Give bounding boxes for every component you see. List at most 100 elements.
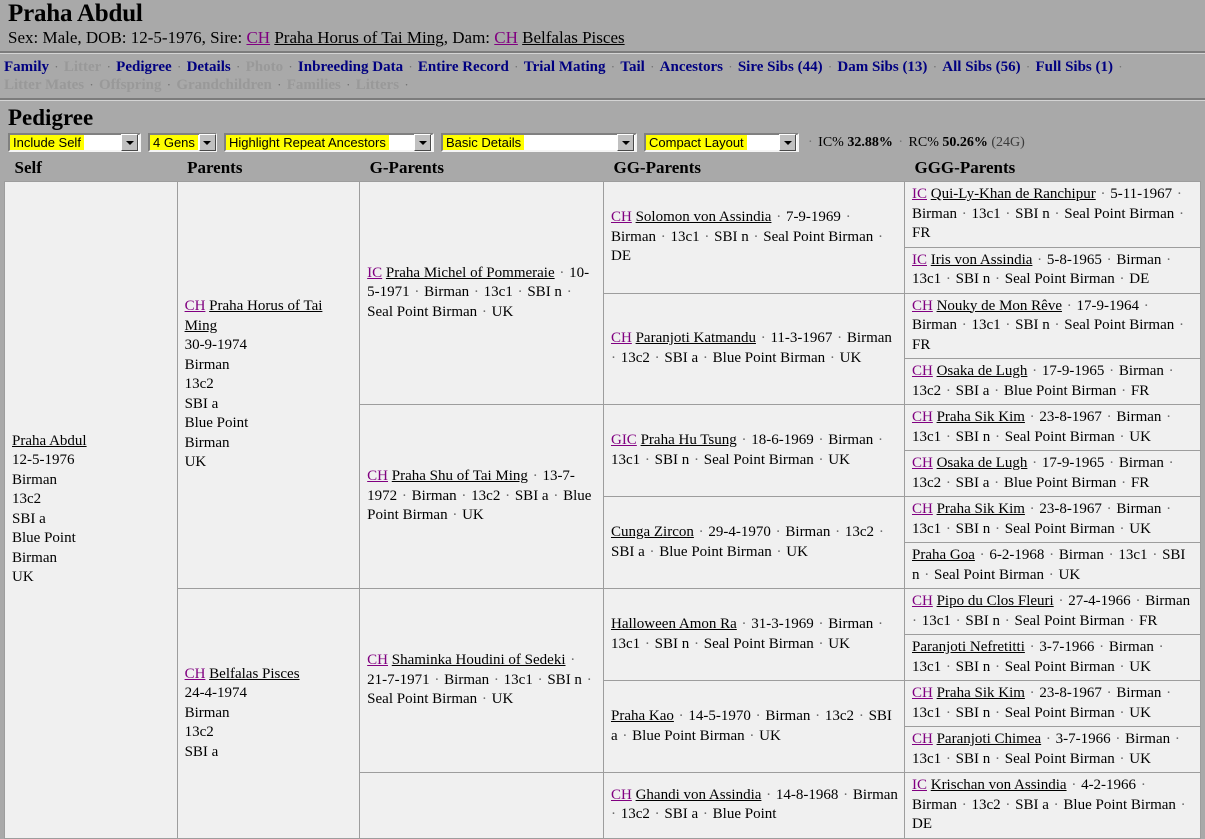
nav-separator: ·	[607, 59, 619, 74]
detail-separator: ·	[1028, 363, 1041, 379]
nav-item-sire-sibs-44[interactable]: Sire Sibs (44)	[738, 59, 823, 75]
ancestor-name-link[interactable]: Solomon von Assindia	[636, 209, 772, 225]
ancestor-name-link[interactable]: Praha Michel of Pommeraie	[386, 265, 555, 281]
title-prefix-link[interactable]: CH	[912, 731, 933, 747]
detail-separator: ·	[1001, 317, 1015, 333]
nav-separator: ·	[163, 77, 175, 92]
ancestor-name-link[interactable]: Praha Sik Kim	[937, 685, 1025, 701]
ancestor-detail: SBI n	[965, 612, 1000, 629]
ancestor-name-link[interactable]: Iris von Assindia	[931, 252, 1033, 268]
ancestor-name-link[interactable]: Praha Sik Kim	[937, 409, 1025, 425]
ancestor-name-link[interactable]: Belfalas Pisces	[209, 666, 299, 682]
nav-item-full-sibs-1[interactable]: Full Sibs (1)	[1035, 59, 1113, 75]
title-prefix-link[interactable]: CH	[912, 455, 933, 471]
ancestor-detail: UK	[1058, 566, 1081, 583]
dam-title-link[interactable]: CH	[494, 28, 518, 47]
ancestor-detail: 3-7-1966	[1039, 639, 1095, 655]
ancestor-name-link[interactable]: Praha Kao	[611, 708, 674, 724]
title-prefix-link[interactable]: CH	[611, 787, 632, 803]
nav-item-all-sibs-56[interactable]: All Sibs (56)	[942, 59, 1020, 75]
detail-separator: ·	[1025, 409, 1039, 425]
detail-separator: ·	[1117, 382, 1130, 399]
title-prefix-link[interactable]: CH	[367, 468, 388, 484]
nav-item-pedigree[interactable]: Pedigree	[116, 59, 172, 75]
detail-separator: ·	[991, 658, 1004, 675]
ancestor-name-link[interactable]: Paranjoti Katmandu	[636, 330, 756, 346]
nav-item-details[interactable]: Details	[187, 59, 231, 75]
ancestor-detail: Birman	[1116, 409, 1162, 425]
nav-item-trial-mating[interactable]: Trial Mating	[524, 59, 606, 75]
ancestor-name-link[interactable]: Qui-Ly-Khan de Ranchipur	[931, 186, 1096, 202]
ancestor-name-link[interactable]: Paranjoti Chimea	[937, 731, 1042, 747]
include-self-select[interactable]: Include Self	[8, 133, 141, 152]
ancestor-name-link[interactable]: Cunga Zircon	[611, 524, 694, 540]
ancestor-name-link[interactable]: Praha Hu Tsung	[641, 432, 737, 448]
title-prefix-link[interactable]: CH	[611, 330, 632, 346]
nav-item-family[interactable]: Family	[4, 59, 49, 75]
nav-item-litter: Litter	[63, 59, 102, 75]
highlight-mode-select[interactable]: Highlight Repeat Ancestors	[224, 133, 434, 152]
ancestor-name-link[interactable]: Praha Shu of Tai Ming	[392, 468, 528, 484]
ancestor-name-link[interactable]: Pipo du Clos Fleuri	[937, 593, 1054, 609]
generations-value: 4 Gens	[150, 135, 198, 150]
ancestor-name-link[interactable]: Shaminka Houdini of Sedeki	[392, 652, 566, 668]
ancestor-detail: 18-6-1969	[751, 432, 814, 448]
ancestor-name-link[interactable]: Praha Abdul	[12, 433, 87, 449]
ancestor-detail: 5-11-1967	[1110, 186, 1173, 202]
dam-name-link[interactable]: Belfalas Pisces	[522, 28, 624, 47]
details-level-select[interactable]: Basic Details	[441, 133, 637, 152]
nav-item-tail[interactable]: Tail	[620, 59, 644, 75]
chevron-down-icon[interactable]	[779, 134, 796, 151]
nav-item-entire-record[interactable]: Entire Record	[418, 59, 509, 75]
nav-item-dam-sibs-13[interactable]: Dam Sibs (13)	[837, 59, 927, 75]
detail-separator: ·	[1102, 409, 1116, 425]
title-prefix-link[interactable]: CH	[185, 666, 206, 682]
ancestor-name-link[interactable]: Osaka de Lugh	[937, 363, 1028, 379]
nav-separator: ·	[510, 59, 522, 74]
detail-separator: ·	[814, 451, 828, 468]
title-prefix-link[interactable]: CH	[912, 501, 933, 517]
title-prefix-link[interactable]: CH	[912, 593, 933, 609]
ancestor-detail: SBI n	[1015, 205, 1050, 222]
ancestor-name-link[interactable]: Osaka de Lugh	[937, 455, 1028, 471]
nav-item-ancestors[interactable]: Ancestors	[660, 59, 723, 75]
layout-select[interactable]: Compact Layout	[644, 133, 799, 152]
sire-name-link[interactable]: Praha Horus of Tai Ming	[274, 28, 443, 47]
title-prefix-link[interactable]: IC	[912, 186, 927, 202]
ancestor-name-link[interactable]: Praha Sik Kim	[937, 501, 1025, 517]
nav-item-inbreeding-data[interactable]: Inbreeding Data	[298, 59, 403, 75]
title-prefix-link[interactable]: CH	[912, 685, 933, 701]
detail-separator: ·	[771, 524, 785, 540]
title-prefix-link[interactable]: IC	[367, 265, 382, 281]
ancestor-name-link[interactable]: Ghandi von Assindia	[636, 787, 762, 803]
ancestor-name-link[interactable]: Praha Horus of Tai Ming	[185, 298, 323, 334]
ancestor-detail: 23-8-1967	[1039, 501, 1102, 517]
title-prefix-link[interactable]: CH	[611, 209, 632, 225]
ancestor-detail: 13c1	[971, 317, 1001, 333]
ancestor-name-link[interactable]: Krischan von Assindia	[931, 777, 1067, 793]
table-row: Praha Abdul 12-5-1976 Birman 13c2 SBI a Blue …	[4, 181, 1202, 839]
ancestor-name-link[interactable]: Nouky de Mon Rêve	[937, 298, 1062, 314]
ancestor-name-link[interactable]: Paranjoti Nefretitti	[912, 639, 1025, 655]
title-prefix-link[interactable]: IC	[912, 777, 927, 793]
chevron-down-icon[interactable]	[121, 134, 138, 151]
chevron-down-icon[interactable]	[198, 134, 216, 151]
ancestor-name-link[interactable]: Halloween Amon Ra	[611, 616, 737, 632]
title-prefix-link[interactable]: IC	[912, 252, 927, 268]
title-prefix-link[interactable]: CH	[185, 298, 206, 314]
title-prefix-link[interactable]: CH	[912, 363, 933, 379]
ancestor-detail: UK	[1129, 704, 1151, 721]
sire-title-link[interactable]: CH	[246, 28, 270, 47]
title-prefix-link[interactable]: CH	[912, 298, 933, 314]
ancestor-name-link[interactable]: Praha Goa	[912, 547, 975, 563]
generations-select[interactable]: 4 Gens	[148, 133, 217, 152]
title-prefix-link[interactable]: CH	[912, 409, 933, 425]
ancestor-detail: 3-7-1966	[1055, 731, 1111, 747]
title-prefix-link[interactable]: CH	[367, 652, 388, 668]
chevron-down-icon[interactable]	[617, 134, 634, 151]
detail-separator: ·	[1175, 205, 1184, 222]
title-prefix-link[interactable]: GIC	[611, 432, 637, 448]
chevron-down-icon[interactable]	[414, 134, 431, 151]
detail-separator: ·	[1096, 186, 1110, 202]
col-header-parents: Parents	[177, 157, 360, 182]
